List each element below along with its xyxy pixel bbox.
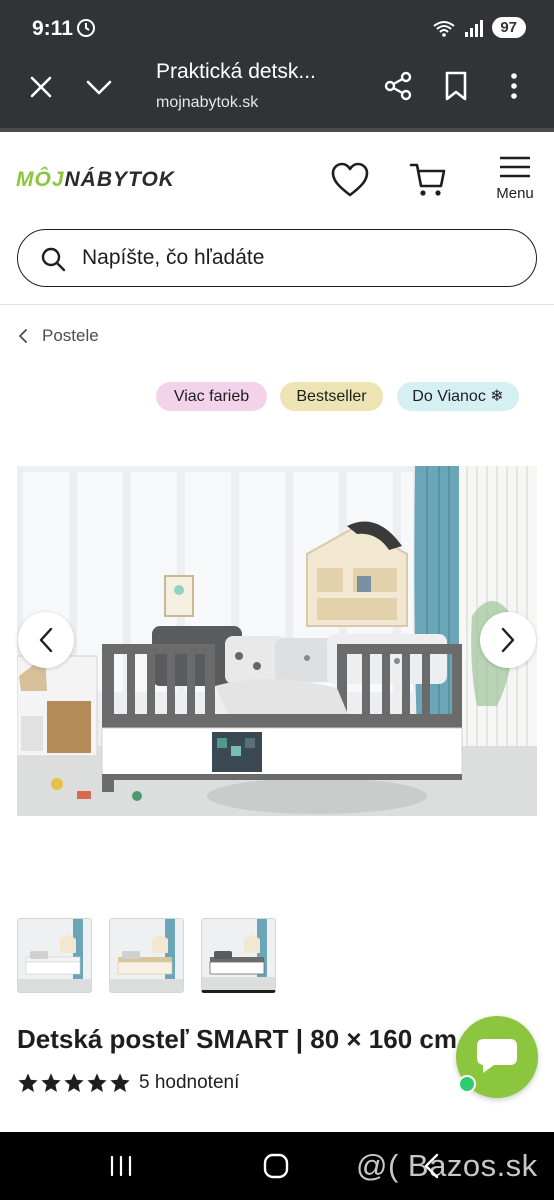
signal-icon	[465, 19, 484, 37]
chevron-left-icon	[19, 329, 27, 343]
product-title: Detská posteľ SMART | 80 × 160 cm	[17, 1024, 457, 1054]
status-indicators: 97	[432, 17, 526, 38]
star-icon	[64, 1073, 84, 1092]
chat-bubble-icon	[477, 1039, 517, 1073]
product-image[interactable]	[17, 466, 537, 816]
review-count[interactable]: 5 hodnotení	[139, 1072, 239, 1094]
chevron-down-icon[interactable]	[84, 72, 114, 102]
logo-text-moj: MÔJ	[16, 168, 65, 191]
chevron-right-icon	[501, 627, 515, 653]
online-status-dot	[458, 1075, 476, 1093]
thumbnail-2[interactable]	[109, 918, 184, 993]
thumbnail-1[interactable]	[17, 918, 92, 993]
search-input[interactable]	[82, 230, 502, 285]
product-rating[interactable]: 5 hodnotení	[17, 1072, 239, 1094]
search-icon	[41, 247, 66, 272]
bed-photo	[17, 466, 537, 816]
star-icon	[41, 1073, 61, 1092]
more-vert-icon[interactable]	[500, 70, 528, 102]
star-icon	[110, 1073, 130, 1092]
cart-icon[interactable]	[408, 160, 448, 200]
browser-top-bar: 9:11 97 Praktická detsk... mojnabytok.sk	[0, 0, 554, 128]
tab-title: Praktická detsk...	[156, 60, 316, 83]
star-icon	[87, 1073, 107, 1092]
wifi-icon	[433, 20, 455, 37]
header-divider	[0, 304, 554, 305]
status-time: 9:11	[32, 17, 73, 40]
thumbnail-image	[18, 919, 91, 992]
tab-url: mojnabytok.sk	[156, 94, 259, 111]
menu-button[interactable]: Menu	[492, 155, 538, 205]
badge-christmas: Do Vianoc ❄	[397, 382, 519, 411]
thumbnail-image	[202, 919, 275, 990]
badge-bestseller: Bestseller	[280, 382, 383, 411]
thumbnail-image	[110, 919, 183, 992]
heart-icon[interactable]	[330, 162, 370, 198]
top-divider	[0, 128, 554, 132]
breadcrumb-link-postele[interactable]: Postele	[42, 326, 99, 346]
logo-text-nabytok: NÁBYTOK	[64, 168, 175, 191]
bookmark-icon[interactable]	[440, 70, 472, 102]
badge-more-colors: Viac farieb	[156, 382, 267, 411]
rating-stars	[17, 1072, 131, 1094]
star-icon	[18, 1073, 38, 1092]
breadcrumb[interactable]: Postele	[18, 326, 99, 346]
close-icon[interactable]	[26, 72, 56, 102]
search-bar[interactable]	[17, 229, 537, 287]
hamburger-icon	[500, 156, 530, 178]
home-icon[interactable]	[262, 1152, 290, 1180]
share-icon[interactable]	[382, 70, 414, 102]
site-logo[interactable]: MÔJ NÁBYTOK	[16, 168, 175, 192]
carousel-next-button[interactable]	[480, 612, 536, 668]
chevron-left-icon	[39, 627, 53, 653]
recents-icon[interactable]	[108, 1154, 134, 1178]
battery-icon: 97	[492, 17, 526, 38]
carousel-prev-button[interactable]	[18, 612, 74, 668]
watermark-text: @( Bazos.sk	[356, 1148, 538, 1183]
status-bar: 9:11 97	[0, 0, 554, 58]
thumbnail-3-selected[interactable]	[201, 918, 276, 993]
alarm-icon	[77, 19, 95, 37]
menu-label: Menu	[496, 185, 534, 202]
